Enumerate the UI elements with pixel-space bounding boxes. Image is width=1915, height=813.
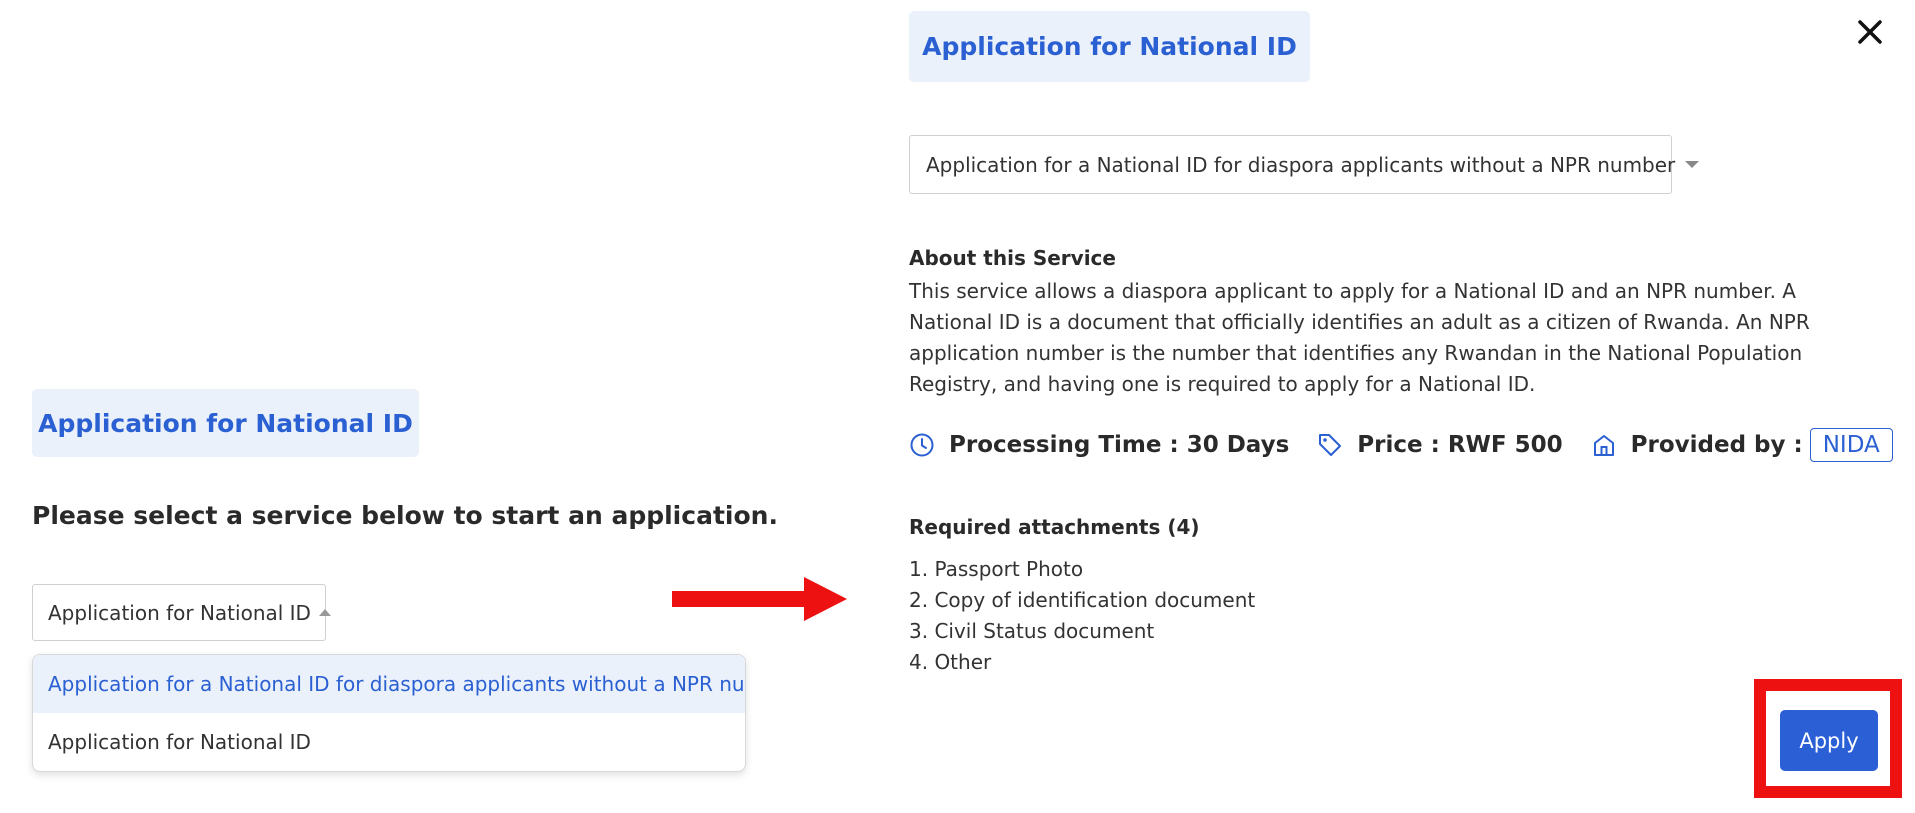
clock-icon xyxy=(910,433,934,457)
provided-by-label: Provided by : xyxy=(1630,432,1803,458)
home-icon xyxy=(1593,435,1614,456)
close-icon[interactable] xyxy=(1853,15,1887,49)
apply-button[interactable]: Apply xyxy=(1780,710,1878,771)
dropdown-option-national-id[interactable]: Application for National ID xyxy=(33,713,745,771)
provider-badge: NIDA xyxy=(1809,428,1893,462)
left-service-title-text: Application for National ID xyxy=(38,408,413,438)
right-service-title-text: Application for National ID xyxy=(922,32,1297,61)
provider: Provided by : NIDA xyxy=(1591,428,1893,462)
price-text: Price : RWF 500 xyxy=(1357,432,1563,458)
attachment-item: 3. Civil Status document xyxy=(909,619,1155,643)
about-heading: About this Service xyxy=(909,246,1116,270)
chevron-up-icon xyxy=(318,609,331,616)
dropdown-option-label: Application for National ID xyxy=(48,730,311,754)
about-text: This service allows a diaspora applicant… xyxy=(909,279,1810,396)
service-variant-select-value: Application for a National ID for diaspo… xyxy=(926,152,1676,177)
chevron-down-icon xyxy=(1685,161,1700,168)
attachment-item: 1. Passport Photo xyxy=(909,557,1084,581)
tag-icon xyxy=(1319,434,1342,456)
processing-time: Processing Time : 30 Days xyxy=(909,432,1289,458)
attachment-item: 4. Other xyxy=(909,650,992,674)
price: Price : RWF 500 xyxy=(1317,432,1563,458)
app-canvas: Application for National ID Please selec… xyxy=(0,0,1915,813)
attachments-list: 1. Passport Photo 2. Copy of identificat… xyxy=(909,554,1255,678)
attachments-heading: Required attachments (4) xyxy=(909,515,1200,539)
processing-time-text: Processing Time : 30 Days xyxy=(949,432,1290,458)
service-select-value: Application for National ID xyxy=(48,600,311,625)
right-service-title: Application for National ID xyxy=(909,11,1310,82)
select-service-prompt: Please select a service below to start a… xyxy=(32,501,778,530)
service-meta-row: Processing Time : 30 Days Price : RWF 50… xyxy=(909,427,1915,463)
attachment-item: 2. Copy of identification document xyxy=(909,588,1256,612)
red-arrow-annotation xyxy=(672,577,847,621)
service-select[interactable]: Application for National ID xyxy=(32,584,331,641)
service-dropdown-menu: Application for a National ID for diaspo… xyxy=(32,654,746,772)
left-service-title: Application for National ID xyxy=(32,389,419,457)
service-variant-select[interactable]: Application for a National ID for diaspo… xyxy=(909,135,1700,194)
dropdown-option-diaspora[interactable]: Application for a National ID for diaspo… xyxy=(33,655,745,713)
dropdown-option-label: Application for a National ID for diaspo… xyxy=(48,672,746,696)
